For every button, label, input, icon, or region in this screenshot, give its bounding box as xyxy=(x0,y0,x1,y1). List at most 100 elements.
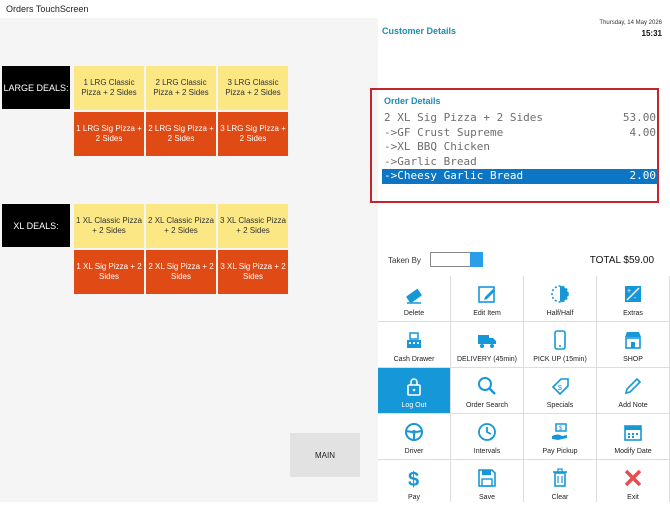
cash-register-icon xyxy=(404,330,424,356)
shop-label: SHOP xyxy=(623,356,643,363)
half-half-button[interactable]: Half/Half xyxy=(524,276,596,321)
save-button[interactable]: Save xyxy=(451,460,523,505)
intervals-label: Intervals xyxy=(473,448,501,455)
clear-label: Clear xyxy=(551,494,569,501)
pay-pickup-button[interactable]: $ Pay Pickup xyxy=(524,414,596,459)
order-line-price: 2.00 xyxy=(629,169,657,182)
driver-label: Driver xyxy=(404,448,424,455)
delivery-45min-button[interactable]: DELIVERY (45min) xyxy=(451,322,523,367)
order-line[interactable]: 2 XL Sig Pizza + 2 Sides 53.00 xyxy=(382,111,658,126)
calendar-icon xyxy=(623,422,643,448)
main-menu-button[interactable]: MAIN xyxy=(290,433,360,477)
save-icon xyxy=(477,468,497,494)
modify-date-button[interactable]: Modify Date xyxy=(597,414,669,459)
order-lines-list: 2 XL Sig Pizza + 2 Sides 53.00 ->GF Crust … xyxy=(382,111,658,184)
order-line-text: 2 XL Sig Pizza + 2 Sides xyxy=(384,111,543,124)
log-out-button[interactable]: Log Out xyxy=(378,368,450,413)
svg-text:$: $ xyxy=(558,385,562,392)
specials-button[interactable]: $ Specials xyxy=(524,368,596,413)
steering-wheel-icon xyxy=(404,422,424,448)
edit-item-label: Edit Item xyxy=(473,310,501,317)
deal-3-lrg-classic[interactable]: 3 LRG Classic Pizza + 2 Sides xyxy=(218,66,288,110)
deal-1-lrg-classic[interactable]: 1 LRG Classic Pizza + 2 Sides xyxy=(74,66,144,110)
edit-item-button[interactable]: Edit Item xyxy=(451,276,523,321)
dollar-icon: $ xyxy=(404,468,424,494)
exit-button[interactable]: Exit xyxy=(597,460,669,505)
truck-icon xyxy=(477,330,497,356)
pay-pickup-label: Pay Pickup xyxy=(542,448,578,455)
deal-3-xl-classic[interactable]: 3 XL Classic Pizza + 2 Sides xyxy=(218,204,288,248)
order-details-heading: Order Details xyxy=(384,96,441,106)
order-line-text: ->XL BBQ Chicken xyxy=(384,140,490,153)
order-search-button[interactable]: Order Search xyxy=(451,368,523,413)
save-label: Save xyxy=(479,494,495,501)
deal-3-xl-sig[interactable]: 3 XL Sig Pizza + 2 Sides xyxy=(218,250,288,294)
log-out-label: Log Out xyxy=(401,402,427,409)
current-date: Thursday, 14 May 2026 xyxy=(599,20,662,26)
svg-text:+: + xyxy=(627,288,631,295)
delivery-45min-label: DELIVERY (45min) xyxy=(456,356,518,363)
extras-button[interactable]: + - Extras xyxy=(597,276,669,321)
order-total: TOTAL $59.00 xyxy=(589,255,654,266)
svg-text:+: + xyxy=(489,436,493,442)
deal-2-lrg-classic[interactable]: 2 LRG Classic Pizza + 2 Sides xyxy=(146,66,216,110)
order-line-price: 4.00 xyxy=(629,125,657,139)
order-line-text: ->Cheesy Garlic Bread xyxy=(384,169,524,182)
add-note-label: Add Note xyxy=(618,402,648,409)
clock-plus-icon: + xyxy=(477,422,497,448)
current-time: 15:31 xyxy=(641,29,662,38)
order-search-label: Order Search xyxy=(465,402,509,409)
delete-button[interactable]: Delete xyxy=(378,276,450,321)
order-line-text: ->Garlic Bread xyxy=(384,154,477,168)
order-line[interactable]: ->Garlic Bread xyxy=(382,155,658,170)
phone-icon xyxy=(550,330,570,356)
order-line-text: ->GF Crust Supreme xyxy=(384,125,504,139)
pick-up-15min-label: PICK UP (15min) xyxy=(533,356,587,363)
shop-icon xyxy=(623,330,643,356)
deal-3-lrg-sig[interactable]: 3 LRG Sig Pizza + 2 Sides xyxy=(218,112,288,156)
cash-drawer-label: Cash Drawer xyxy=(393,356,435,363)
hand-money-icon: $ xyxy=(550,422,570,448)
tag-icon: $ xyxy=(550,376,570,402)
edit-icon xyxy=(477,284,497,310)
deal-1-xl-classic[interactable]: 1 XL Classic Pizza + 2 Sides xyxy=(74,204,144,248)
cash-drawer-button[interactable]: Cash Drawer xyxy=(378,322,450,367)
order-details-box: Order Details 2 XL Sig Pizza + 2 Sides 53… xyxy=(370,88,659,203)
category-large-deals[interactable]: LARGE DEALS: xyxy=(2,66,70,109)
order-panel: Customer Details Thursday, 14 May 2026 1… xyxy=(370,18,670,505)
half-half-label: Half/Half xyxy=(546,310,574,317)
extras-label: Extras xyxy=(623,310,643,317)
deal-2-xl-sig[interactable]: 2 XL Sig Pizza + 2 Sides xyxy=(146,250,216,294)
taken-by-dropdown-button[interactable] xyxy=(470,252,483,267)
menu-panel: LARGE DEALS: 1 LRG Classic Pizza + 2 Sid… xyxy=(0,18,378,502)
clear-button[interactable]: Clear xyxy=(524,460,596,505)
driver-button[interactable]: Driver xyxy=(378,414,450,459)
order-line-price: 53.00 xyxy=(622,111,656,124)
customer-details-heading[interactable]: Customer Details xyxy=(382,26,456,36)
extras-icon: + - xyxy=(623,284,643,310)
order-line[interactable]: ->GF Crust Supreme 4.00 xyxy=(382,126,658,141)
order-line[interactable]: ->Cheesy Garlic Bread 2.00 xyxy=(382,169,658,184)
pick-up-15min-button[interactable]: PICK UP (15min) xyxy=(524,322,596,367)
deal-1-xl-sig[interactable]: 1 XL Sig Pizza + 2 Sides xyxy=(74,250,144,294)
add-note-button[interactable]: Add Note xyxy=(597,368,669,413)
window-title: Orders TouchScreen xyxy=(0,0,670,18)
svg-text:$: $ xyxy=(408,469,419,488)
pay-button[interactable]: $ Pay xyxy=(378,460,450,505)
specials-label: Specials xyxy=(546,402,574,409)
close-icon xyxy=(623,468,643,494)
intervals-button[interactable]: + Intervals xyxy=(451,414,523,459)
deal-2-lrg-sig[interactable]: 2 LRG Sig Pizza + 2 Sides xyxy=(146,112,216,156)
category-xl-deals[interactable]: XL DEALS: xyxy=(2,204,70,247)
delete-label: Delete xyxy=(403,310,425,317)
action-button-grid: Delete Edit Item Half/Half + - Extras Cash Dra… xyxy=(378,276,670,505)
modify-date-label: Modify Date xyxy=(614,448,652,455)
taken-by-label: Taken By xyxy=(388,256,421,265)
lock-icon xyxy=(404,376,424,402)
shop-button[interactable]: SHOP xyxy=(597,322,669,367)
deal-2-xl-classic[interactable]: 2 XL Classic Pizza + 2 Sides xyxy=(146,204,216,248)
order-line[interactable]: ->XL BBQ Chicken xyxy=(382,140,658,155)
exit-label: Exit xyxy=(627,494,639,501)
pay-label: Pay xyxy=(407,494,421,501)
deal-1-lrg-sig[interactable]: 1 LRG Sig Pizza + 2 Sides xyxy=(74,112,144,156)
